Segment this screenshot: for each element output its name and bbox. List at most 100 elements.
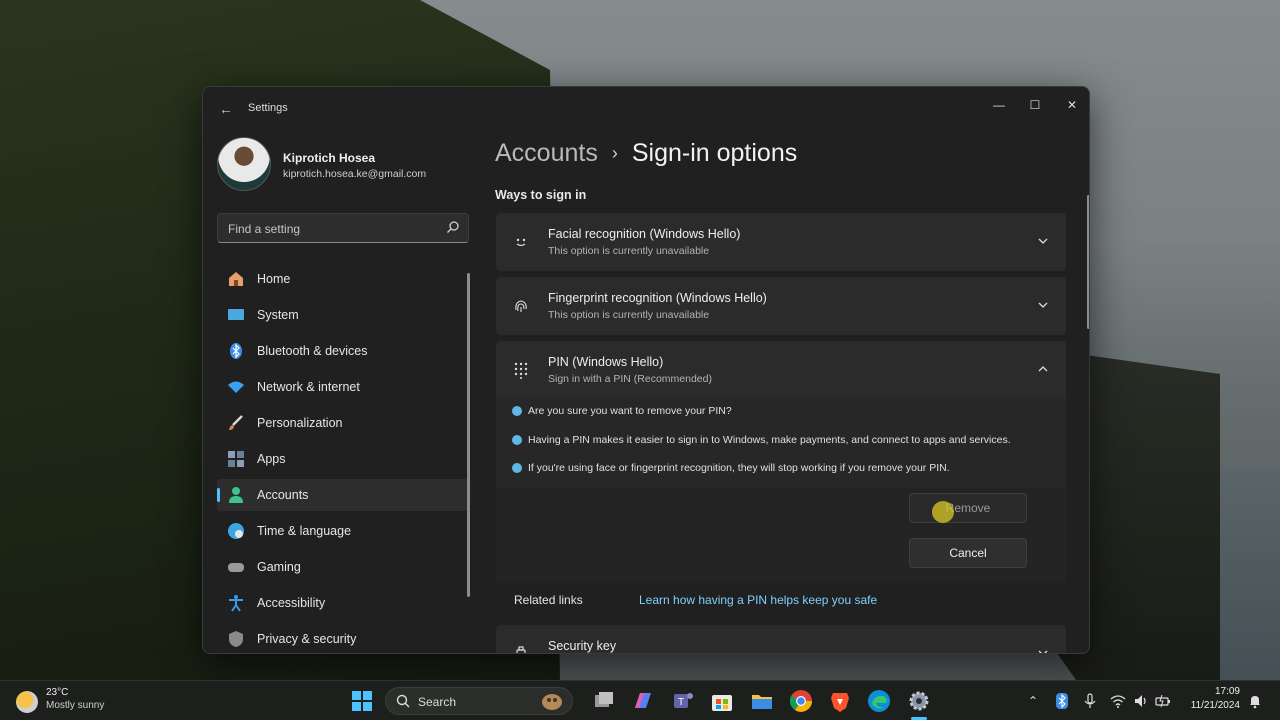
option-subtitle: This option is currently unavailable xyxy=(548,309,710,321)
settings-gear-icon[interactable] xyxy=(906,688,932,714)
home-icon xyxy=(229,272,243,286)
sidebar-item-personalization[interactable]: Personalization xyxy=(217,407,469,439)
apps-icon xyxy=(228,451,244,467)
sidebar-item-label: Gaming xyxy=(257,560,301,574)
sidebar-item-accessibility[interactable]: Accessibility xyxy=(217,587,469,619)
search-highlight-icon xyxy=(542,694,562,710)
taskbar: 23°C Mostly sunny Search T ⌃ 17:09 11/21… xyxy=(0,680,1280,720)
sidebar-item-system[interactable]: System xyxy=(217,299,469,331)
wifi-icon[interactable] xyxy=(1110,693,1126,709)
close-button[interactable]: ✕ xyxy=(1054,93,1089,117)
cursor-highlight xyxy=(932,501,954,523)
taskbar-search[interactable]: Search xyxy=(385,687,573,715)
search-box[interactable] xyxy=(217,213,469,243)
weather-temperature: 23°C xyxy=(46,687,69,698)
info-icon xyxy=(512,435,522,445)
related-links-label: Related links xyxy=(514,593,583,607)
microsoft-store-icon[interactable] xyxy=(709,688,735,714)
sidebar-item-time-language[interactable]: Time & language xyxy=(217,515,469,547)
option-subtitle: This option is currently unavailable xyxy=(548,245,710,257)
microphone-icon[interactable] xyxy=(1082,693,1098,709)
sidebar-item-label: Apps xyxy=(257,452,286,466)
sidebar-item-bluetooth[interactable]: Bluetooth & devices xyxy=(217,335,469,367)
teams-icon[interactable]: T xyxy=(670,688,696,714)
user-profile[interactable]: Kiprotich Hosea kiprotich.hosea.ke@gmail… xyxy=(217,137,477,193)
sidebar-item-home[interactable]: Home xyxy=(217,263,469,295)
settings-window: ← Settings — ☐ ✕ Kiprotich Hosea kiproti… xyxy=(202,86,1090,654)
chevron-down-icon[interactable] xyxy=(1036,298,1050,312)
clock-time: 17:09 xyxy=(1214,686,1240,697)
edge-icon[interactable] xyxy=(866,688,892,714)
accessibility-icon xyxy=(229,595,243,612)
globe-clock-icon xyxy=(228,523,244,539)
pin-message: Having a PIN makes it easier to sign in … xyxy=(512,434,1011,446)
sidebar-item-gaming[interactable]: Gaming xyxy=(217,551,469,583)
key-icon xyxy=(516,646,526,653)
pin-message-text: If you're using face or fingerprint reco… xyxy=(528,462,950,474)
chevron-down-icon[interactable] xyxy=(1036,234,1050,248)
volume-icon[interactable] xyxy=(1133,693,1149,709)
option-title: Fingerprint recognition (Windows Hello) xyxy=(548,291,767,305)
cancel-button[interactable]: Cancel xyxy=(909,538,1027,568)
taskbar-clock[interactable]: 17:09 11/21/2024 xyxy=(1180,686,1240,711)
sidebar-item-apps[interactable]: Apps xyxy=(217,443,469,475)
chrome-icon[interactable] xyxy=(788,688,814,714)
sidebar-item-accounts[interactable]: Accounts xyxy=(217,479,469,511)
option-title: PIN (Windows Hello) xyxy=(548,355,664,369)
fingerprint-recognition-option[interactable]: Fingerprint recognition (Windows Hello) … xyxy=(496,277,1066,335)
related-links: Related links Learn how having a PIN hel… xyxy=(496,583,1066,615)
taskbar-search-label: Search xyxy=(418,695,457,709)
task-view-icon[interactable] xyxy=(591,688,617,714)
pin-action-area: Remove Cancel xyxy=(496,487,1066,583)
remove-button[interactable]: Remove xyxy=(909,493,1027,523)
sidebar-item-privacy-security[interactable]: Privacy & security xyxy=(217,623,469,653)
copilot-icon[interactable] xyxy=(630,688,656,714)
info-icon xyxy=(512,463,522,473)
sidebar-item-label: Accessibility xyxy=(257,596,326,610)
clock-date: 11/21/2024 xyxy=(1190,700,1240,711)
chevron-up-icon[interactable]: ⌃ xyxy=(1025,693,1041,709)
search-icon xyxy=(396,694,410,708)
title-bar: ← Settings — ☐ ✕ xyxy=(203,87,1089,131)
battery-charging-icon[interactable] xyxy=(1155,693,1171,709)
breadcrumb-parent[interactable]: Accounts xyxy=(495,139,598,168)
display-icon xyxy=(228,309,244,320)
learn-pin-link[interactable]: Learn how having a PIN helps keep you sa… xyxy=(639,593,877,607)
back-button[interactable]: ← xyxy=(215,99,237,119)
option-title: Security key xyxy=(548,639,617,653)
brave-icon[interactable] xyxy=(827,688,853,714)
pin-message: If you're using face or fingerprint reco… xyxy=(512,462,950,474)
maximize-button[interactable]: ☐ xyxy=(1017,93,1053,117)
sidebar-item-label: System xyxy=(257,308,299,322)
security-key-option[interactable]: Security key xyxy=(496,625,1066,654)
sidebar-nav: Home System Bluetooth & devices Network … xyxy=(217,263,469,653)
sidebar-item-network[interactable]: Network & internet xyxy=(217,371,469,403)
pin-message-text: Having a PIN makes it easier to sign in … xyxy=(528,434,1011,446)
bluetooth-icon xyxy=(230,343,242,359)
svg-text:T: T xyxy=(678,697,684,708)
sidebar-scrollbar[interactable] xyxy=(467,273,470,597)
windows-start-icon[interactable] xyxy=(349,688,375,714)
option-subtitle: Sign in with a PIN (Recommended) xyxy=(548,373,712,385)
sidebar-item-label: Home xyxy=(257,272,291,286)
profile-email: kiprotich.hosea.ke@gmail.com xyxy=(283,168,427,180)
sidebar-item-label: Time & language xyxy=(257,524,352,538)
minimize-button[interactable]: — xyxy=(981,93,1017,117)
bluetooth-icon[interactable] xyxy=(1054,693,1070,709)
search-input[interactable] xyxy=(228,220,428,238)
notification-bell-icon[interactable] xyxy=(1247,693,1263,709)
sidebar-item-label: Personalization xyxy=(257,416,343,430)
breadcrumb-separator: › xyxy=(611,143,618,163)
file-explorer-icon[interactable] xyxy=(749,688,775,714)
sidebar-item-label: Network & internet xyxy=(257,380,360,394)
weather-widget[interactable]: 23°C Mostly sunny xyxy=(16,687,104,713)
breadcrumb: Accounts › Sign-in options xyxy=(495,139,797,168)
pin-option[interactable]: PIN (Windows Hello) Sign in with a PIN (… xyxy=(496,341,1066,399)
keypad-icon xyxy=(514,362,528,379)
chevron-down-icon[interactable] xyxy=(1036,646,1050,654)
chevron-up-icon[interactable] xyxy=(1036,362,1050,376)
facial-recognition-option[interactable]: Facial recognition (Windows Hello) This … xyxy=(496,213,1066,271)
shield-icon xyxy=(229,631,243,647)
main-scrollbar[interactable] xyxy=(1087,195,1089,329)
person-icon xyxy=(229,487,243,503)
